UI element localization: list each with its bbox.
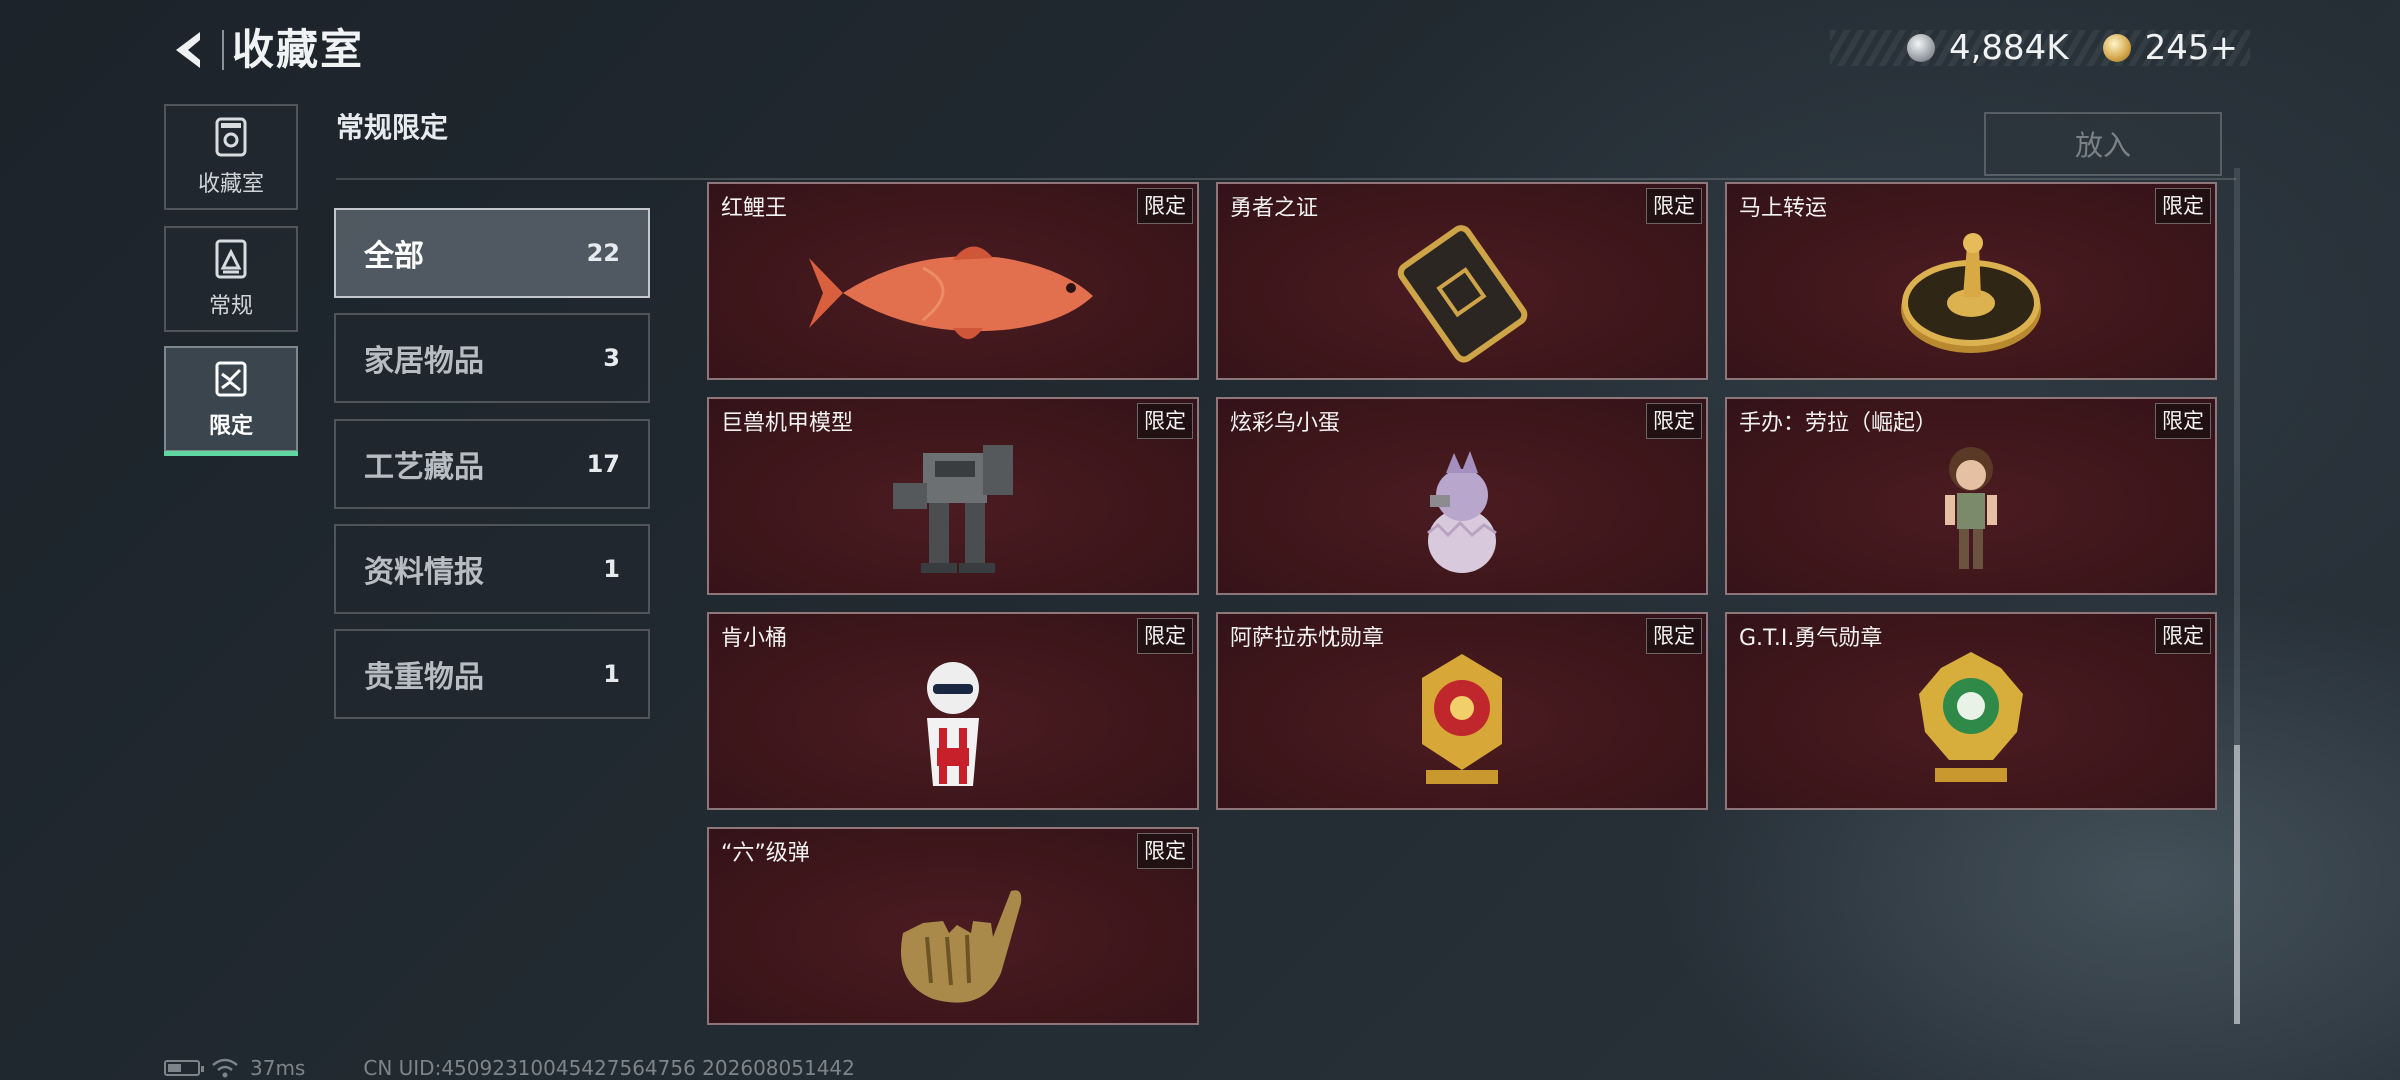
item-card-bucket-figure[interactable]: 肯小桶 限定 — [707, 612, 1199, 810]
category-label: 工艺藏品 — [364, 450, 484, 485]
put-in-button[interactable]: 放入 — [1984, 112, 2222, 176]
egg-figure-icon — [1427, 451, 1497, 573]
scrollbar-thumb[interactable] — [2234, 745, 2240, 1024]
title-separator — [222, 30, 224, 70]
silver-coin-icon — [1906, 34, 1935, 62]
category-label: 资料情报 — [364, 555, 484, 590]
item-card-six-bullet[interactable]: “六”级弹 限定 — [707, 827, 1199, 1025]
battery-icon — [164, 1060, 204, 1076]
red-carp-icon — [809, 246, 1093, 339]
item-card-lucky-wheel[interactable]: 马上转运 限定 — [1725, 182, 2217, 380]
category-count: 1 — [603, 555, 620, 583]
item-card-lara-figure[interactable]: 手办：劳拉（崛起） 限定 — [1725, 397, 2217, 595]
item-card-red-carp[interactable]: 红鲤王 限定 — [707, 182, 1199, 380]
regular-icon — [215, 239, 247, 279]
gold-card-icon — [1397, 225, 1528, 363]
currency-bar: 4,884K 245+ — [1830, 30, 2250, 66]
uid-text: CN UID:45092310045427564756 202608051442 — [363, 1056, 855, 1080]
silver-coin-value: 4,884K — [1948, 28, 2069, 68]
category-count: 1 — [603, 660, 620, 688]
item-card-asara-medal[interactable]: 阿萨拉赤忱勋章 限定 — [1216, 612, 1708, 810]
nav-item-collection-room[interactable]: 收藏室 — [164, 104, 298, 210]
item-card-gti-medal[interactable]: G.T.I.勇气勋章 限定 — [1725, 612, 2217, 810]
nav-label: 收藏室 — [197, 172, 264, 197]
category-label: 全部 — [364, 239, 424, 274]
category-crafts[interactable]: 工艺藏品 17 — [334, 419, 650, 509]
page-title: 收藏室 — [232, 25, 365, 74]
green-medal-icon — [1919, 652, 2023, 782]
item-card-mech-model[interactable]: 巨兽机甲模型 限定 — [707, 397, 1199, 595]
gold-coin-value: 245+ — [2144, 28, 2238, 68]
nav-item-regular[interactable]: 常规 — [164, 226, 298, 332]
back-button[interactable] — [160, 22, 220, 78]
status-footer: 37ms CN UID:45092310045427564756 2026080… — [164, 1056, 855, 1080]
category-valuables[interactable]: 贵重物品 1 — [334, 629, 650, 719]
section-divider — [336, 178, 2236, 180]
nav-label: 常规 — [208, 294, 253, 319]
category-home-items[interactable]: 家居物品 3 — [334, 313, 650, 403]
section-title: 常规限定 — [336, 111, 449, 144]
wifi-icon — [212, 1058, 238, 1078]
ping-value: 37ms — [250, 1056, 306, 1080]
nav-label: 限定 — [208, 414, 253, 439]
category-all[interactable]: 全部 22 — [334, 208, 650, 298]
item-card-hero-proof[interactable]: 勇者之证 限定 — [1216, 182, 1708, 380]
category-count: 22 — [586, 239, 620, 267]
category-count: 3 — [603, 344, 620, 372]
collection-room-icon — [215, 117, 247, 157]
bucket-figure-icon — [927, 662, 979, 786]
mech-model-icon — [893, 445, 1013, 573]
gold-hand-icon — [901, 890, 1022, 1003]
red-medal-icon — [1422, 654, 1502, 784]
nav-item-limited[interactable]: 限定 — [164, 346, 298, 456]
category-label: 贵重物品 — [364, 660, 484, 695]
item-card-egg-figure[interactable]: 炫彩乌小蛋 限定 — [1216, 397, 1708, 595]
category-label: 家居物品 — [364, 344, 484, 379]
back-arrow-icon — [176, 32, 200, 68]
gold-coin-icon — [2102, 34, 2131, 62]
gold-wheel-icon — [1901, 233, 2041, 353]
lara-figure-icon — [1945, 447, 1997, 569]
limited-icon — [215, 361, 247, 397]
category-count: 17 — [586, 450, 620, 478]
category-intel[interactable]: 资料情报 1 — [334, 524, 650, 614]
